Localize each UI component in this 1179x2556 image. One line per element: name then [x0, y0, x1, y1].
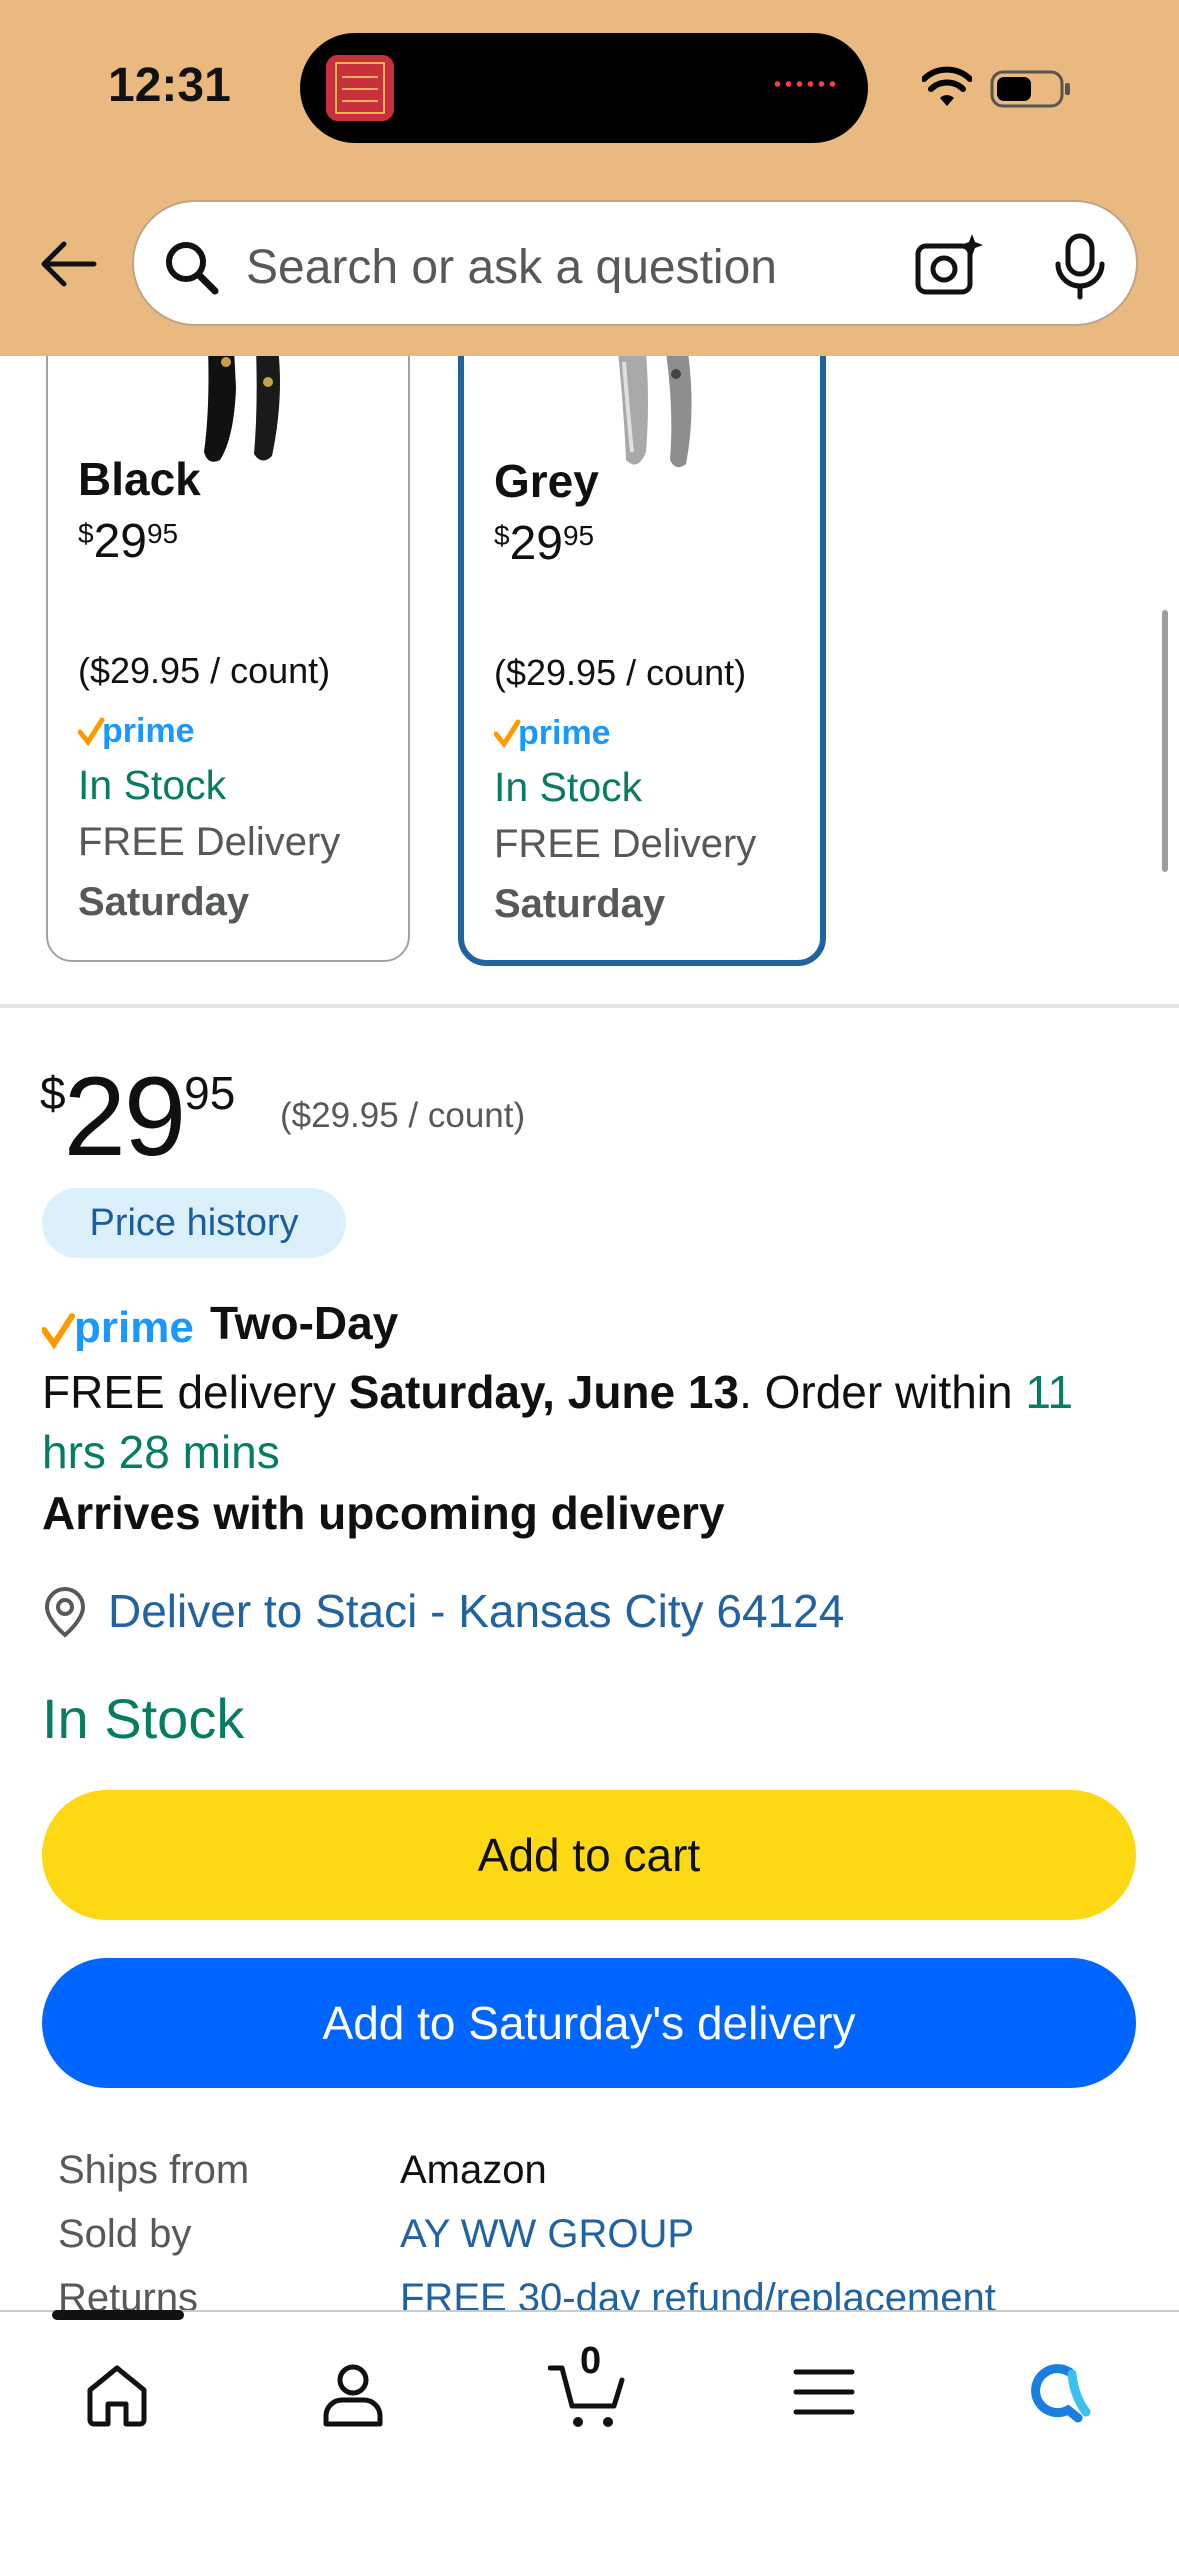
variant-delivery: FREE Delivery	[78, 820, 341, 864]
svg-text:prime: prime	[518, 714, 611, 752]
variant-card-grey[interactable]: Grey $2995 ($29.95 / count) prime In Sto…	[458, 300, 826, 966]
home-indicator	[52, 2310, 184, 2320]
svg-text:prime: prime	[102, 712, 195, 750]
menu-icon[interactable]	[792, 2360, 856, 2424]
two-day-label: Two-Day	[210, 1297, 399, 1349]
product-image-black	[204, 348, 280, 462]
account-icon[interactable]	[318, 2360, 388, 2430]
prime-logo-icon: prime	[42, 1303, 194, 1352]
sold-by-label: Sold by	[58, 2212, 192, 2256]
audio-waveform-icon	[772, 81, 838, 87]
search-input[interactable]: Search or ask a question	[246, 240, 777, 295]
main-price: $2995	[40, 1054, 236, 1179]
variant-price: $2995	[494, 517, 595, 570]
home-icon[interactable]	[82, 2360, 152, 2430]
svg-text:prime: prime	[74, 1303, 194, 1352]
search-icon	[166, 242, 219, 295]
upcoming-delivery-note: Arrives with upcoming delivery	[42, 1487, 725, 1539]
bottom-nav: 0	[0, 2310, 1179, 2556]
cart-count-badge: 0	[580, 2340, 602, 2382]
wifi-icon	[922, 66, 972, 106]
camera-search-icon[interactable]	[914, 232, 984, 298]
ships-from-label: Ships from	[58, 2148, 250, 2192]
variant-delivery-day: Saturday	[494, 882, 666, 926]
microphone-icon[interactable]	[1050, 232, 1110, 300]
price-history-button[interactable]: Price history	[42, 1188, 346, 1258]
location-pin-icon	[44, 1586, 86, 1638]
sold-by-link[interactable]: AY WW GROUP	[400, 2212, 694, 2257]
ships-from-value: Amazon	[400, 2148, 547, 2192]
now-playing-album-art	[326, 55, 394, 121]
battery-icon	[990, 70, 1070, 108]
variant-unit-price: ($29.95 / count)	[78, 650, 331, 691]
variant-card-black[interactable]: Black $2995 ($29.95 / count) prime In St…	[46, 300, 410, 962]
dynamic-island[interactable]	[300, 33, 868, 143]
variant-delivery-day: Saturday	[78, 880, 250, 924]
stock-status: In Stock	[42, 1687, 245, 1750]
prime-badge-icon: prime	[78, 712, 195, 750]
variant-delivery: FREE Delivery	[494, 822, 757, 866]
app-header: 12:31 Search or ask a question	[0, 0, 1179, 356]
rufus-assistant-icon[interactable]	[1024, 2360, 1094, 2426]
main-unit-price: ($29.95 / count)	[280, 1096, 526, 1135]
back-arrow-icon[interactable]	[36, 232, 100, 296]
deliver-to-link[interactable]: Deliver to Staci - Kansas City 64124	[108, 1584, 844, 1638]
variant-unit-price: ($29.95 / count)	[494, 652, 747, 693]
section-divider	[0, 1004, 1179, 1008]
variant-name: Grey	[494, 455, 599, 507]
prime-badge-icon: prime	[494, 714, 611, 752]
search-bar[interactable]: Search or ask a question	[132, 200, 1138, 326]
variant-stock: In Stock	[78, 762, 227, 808]
variant-name: Black	[78, 453, 201, 505]
variant-price: $2995	[78, 515, 179, 568]
delivery-estimate: FREE delivery Saturday, June 13. Order w…	[42, 1366, 1074, 1478]
add-to-cart-button[interactable]: Add to cart	[42, 1790, 1136, 1920]
status-time: 12:31	[108, 59, 231, 112]
scrollbar[interactable]	[1162, 610, 1168, 872]
variant-stock: In Stock	[494, 764, 643, 810]
add-to-delivery-button[interactable]: Add to Saturday's delivery	[42, 1958, 1136, 2088]
